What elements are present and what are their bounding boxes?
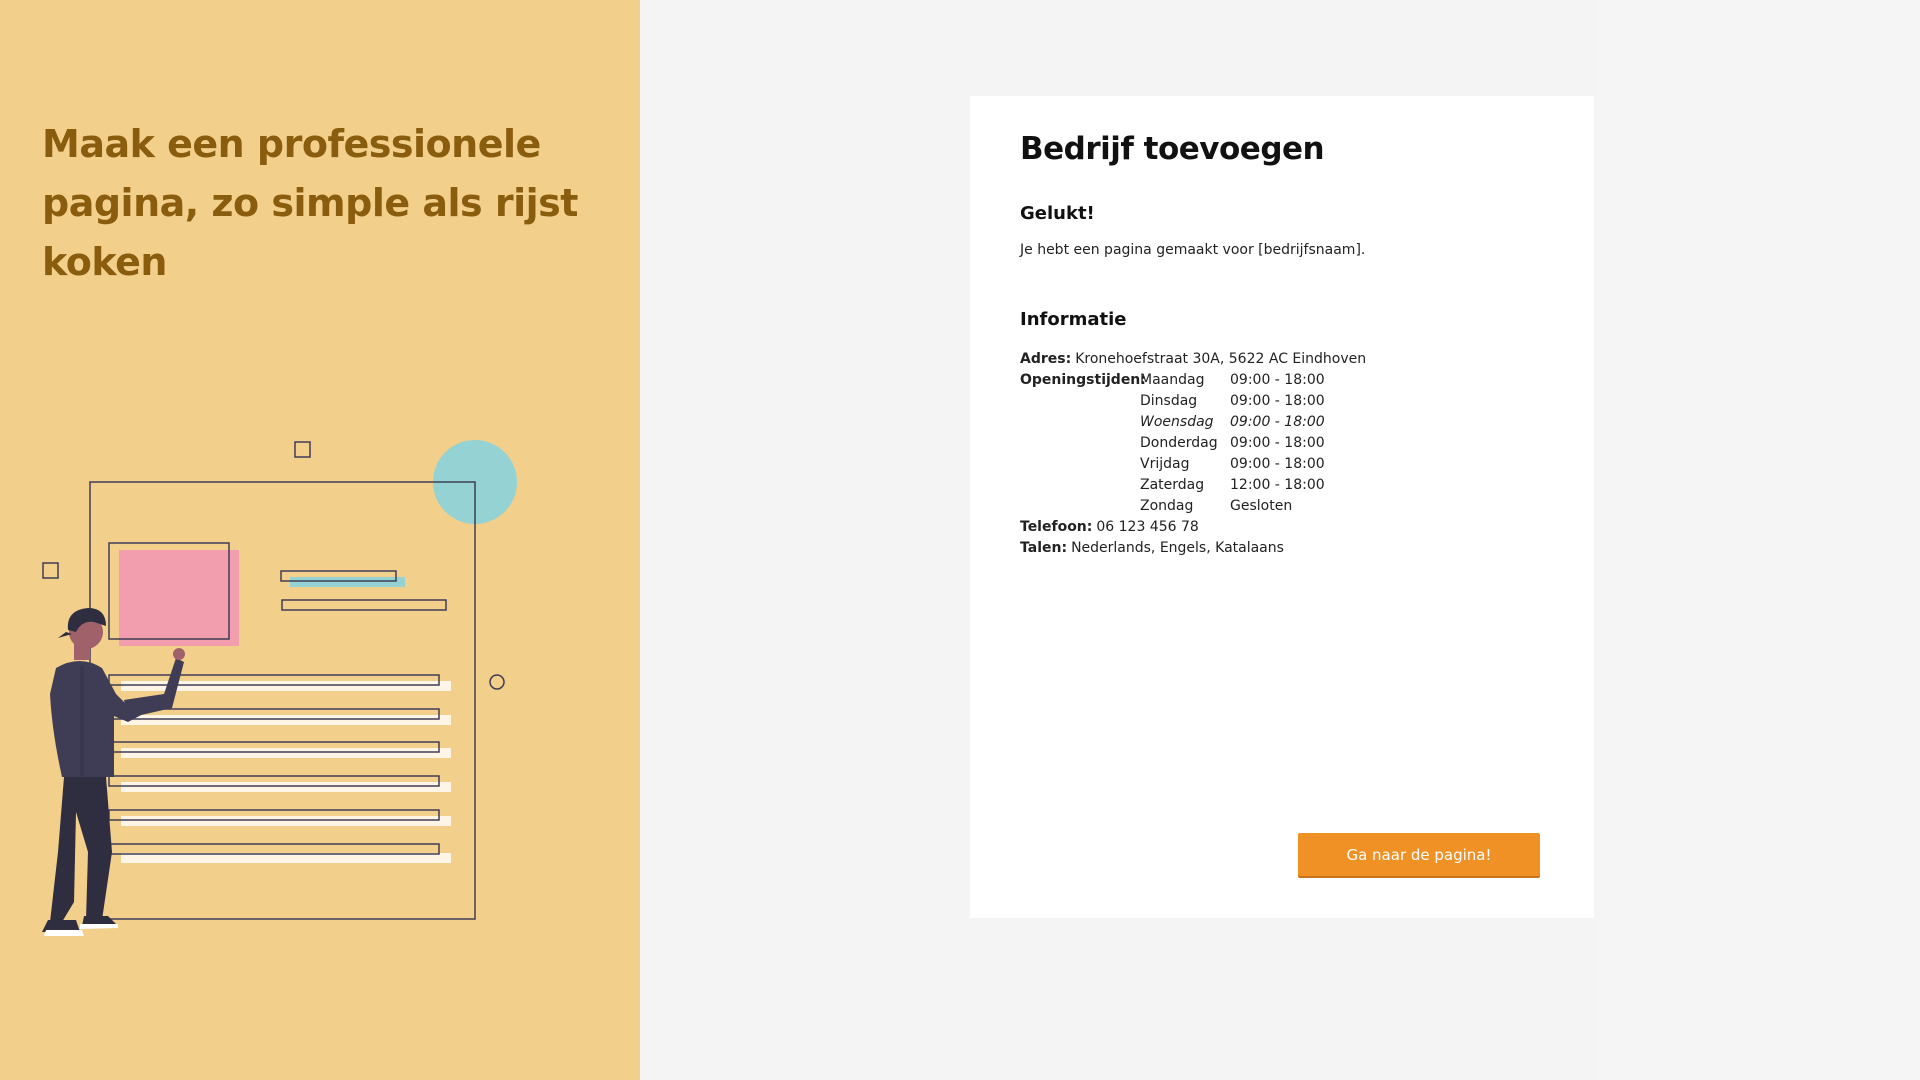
hours-day: Vrijdag — [1140, 456, 1190, 472]
opening-hours: Openingstijden: Maandag 09:00 - 18:00 Di… — [1020, 370, 1366, 517]
card-title: Bedrijf toevoegen — [1020, 131, 1325, 167]
hours-time: 09:00 - 18:00 — [1230, 456, 1325, 472]
hours-row: Dinsdag 09:00 - 18:00 — [1140, 391, 1325, 412]
page-builder-illustration — [42, 440, 517, 936]
hours-day: Donderdag — [1140, 435, 1218, 451]
hours-day: Zaterdag — [1140, 477, 1205, 493]
hours-row: Woensdag 09:00 - 18:00 — [1140, 412, 1325, 433]
phone-row: Telefoon: 06 123 456 78 — [1020, 517, 1366, 538]
phone-label: Telefoon: — [1020, 519, 1093, 535]
hours-row: Vrijdag 09:00 - 18:00 — [1140, 454, 1325, 475]
languages-label: Talen: — [1020, 540, 1068, 556]
success-title: Gelukt! — [1020, 203, 1095, 224]
hours-row: Zaterdag 12:00 - 18:00 — [1140, 475, 1325, 496]
hours-table: Maandag 09:00 - 18:00 Dinsdag 09:00 - 18… — [1140, 370, 1325, 517]
hours-row: Zondag Gesloten — [1140, 496, 1325, 517]
address-label: Adres: — [1020, 351, 1072, 367]
info-block: Adres: Kronehoefstraat 30A, 5622 AC Eind… — [1020, 349, 1366, 559]
hours-time: 09:00 - 18:00 — [1230, 372, 1325, 388]
address-row: Adres: Kronehoefstraat 30A, 5622 AC Eind… — [1020, 349, 1366, 370]
info-title: Informatie — [1020, 309, 1127, 330]
go-to-page-button[interactable]: Ga naar de pagina! — [1298, 833, 1540, 876]
hours-label: Openingstijden: — [1020, 372, 1146, 388]
hours-day: Dinsdag — [1140, 393, 1198, 409]
hours-day: Zondag — [1140, 498, 1194, 514]
languages-row: Talen: Nederlands, Engels, Katalaans — [1020, 538, 1366, 559]
hours-day: Woensdag — [1140, 414, 1214, 430]
hero-title: Maak een professionele pagina, zo simple… — [42, 122, 578, 284]
hours-time: 09:00 - 18:00 — [1230, 414, 1325, 430]
hours-time: 09:00 - 18:00 — [1230, 435, 1325, 451]
hours-time: Gesloten — [1230, 498, 1293, 514]
languages-value: Nederlands, Engels, Katalaans — [1071, 540, 1284, 556]
address-value: Kronehoefstraat 30A, 5622 AC Eindhoven — [1075, 351, 1367, 367]
hours-row: Donderdag 09:00 - 18:00 — [1140, 433, 1325, 454]
left-panel: Maak een professionele pagina, zo simple… — [0, 0, 640, 1080]
success-message: Je hebt een pagina gemaakt voor [bedrijf… — [1020, 242, 1366, 258]
hours-time: 12:00 - 18:00 — [1230, 477, 1325, 493]
hours-row: Maandag 09:00 - 18:00 — [1140, 370, 1325, 391]
add-business-card: Bedrijf toevoegen Gelukt! Je hebt een pa… — [970, 96, 1594, 918]
hours-time: 09:00 - 18:00 — [1230, 393, 1325, 409]
hours-day: Maandag — [1140, 372, 1205, 388]
phone-value: 06 123 456 78 — [1096, 519, 1199, 535]
